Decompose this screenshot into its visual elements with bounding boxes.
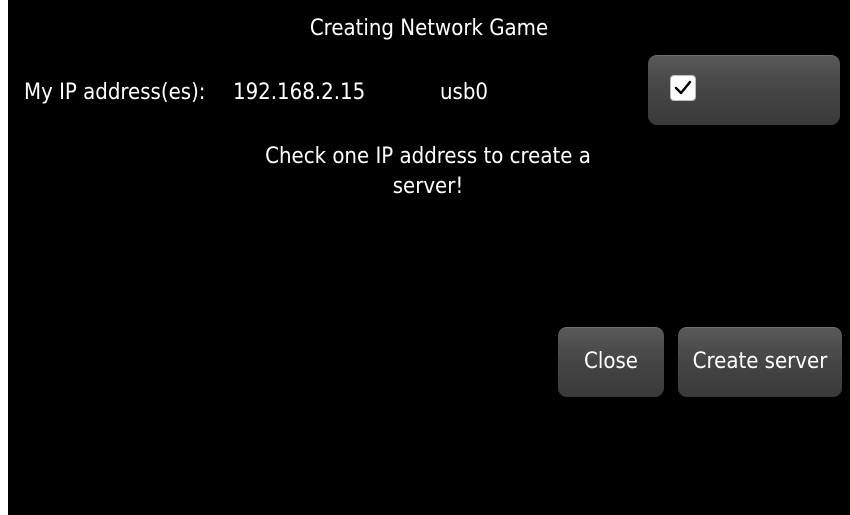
checkmark-icon — [674, 80, 692, 95]
network-game-dialog: Creating Network Game My IP address(es):… — [8, 0, 850, 515]
create-server-button[interactable]: Create server — [678, 327, 842, 397]
dialog-title: Creating Network Game — [309, 16, 549, 41]
network-interface-name: usb0 — [440, 80, 489, 105]
close-button[interactable]: Close — [558, 327, 664, 397]
ip-checkbox[interactable] — [670, 75, 696, 101]
ip-select-toggle-button[interactable] — [648, 55, 840, 125]
ip-address-value: 192.168.2.15 — [233, 80, 366, 105]
ip-address-label: My IP address(es): — [24, 80, 206, 105]
instruction-text: Check one IP address to create a server! — [265, 144, 591, 199]
